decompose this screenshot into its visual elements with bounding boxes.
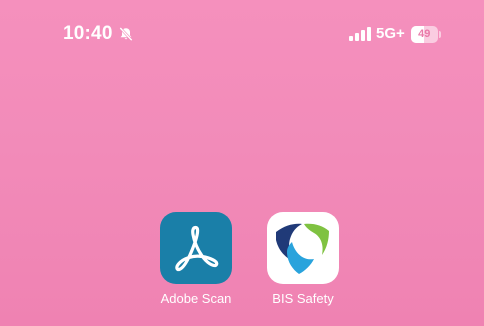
status-bar: 10:40 5G+ 49: [0, 0, 484, 68]
app-bis-safety[interactable]: BIS Safety: [258, 212, 348, 307]
app-label-adobe-scan[interactable]: Adobe Scan: [151, 291, 241, 307]
bell-slash-icon: [118, 26, 134, 42]
battery-tip: [438, 30, 441, 38]
time-group: 10:40: [63, 22, 134, 46]
adobe-acrobat-icon[interactable]: [160, 212, 232, 284]
battery-level: 49: [418, 27, 431, 40]
cellular-signal-icon: [349, 27, 371, 41]
home-screen: 10:40 5G+ 49 Adobe Scan BIS Safety: [0, 0, 484, 326]
bis-safety-shield-icon[interactable]: [267, 212, 339, 284]
network-type: 5G+: [376, 25, 405, 42]
status-indicators: 5G+ 49: [349, 24, 443, 44]
app-label-bis-safety[interactable]: BIS Safety: [258, 291, 348, 307]
battery-icon: 49: [410, 25, 443, 43]
app-adobe-scan[interactable]: Adobe Scan: [151, 212, 241, 307]
clock-time: 10:40: [63, 23, 113, 44]
